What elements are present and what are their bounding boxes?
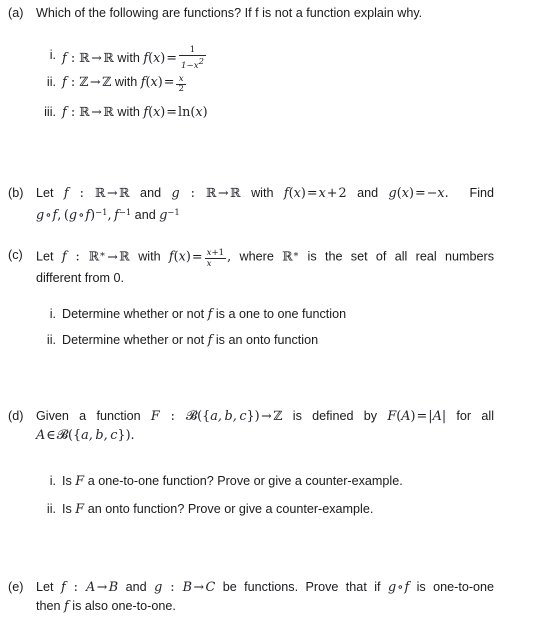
item-text-after: is an onto function	[215, 333, 319, 347]
problem-e-text: Let f : A → B and g : B → C be functions. Pr…	[36, 579, 495, 614]
problem-c-line2: different from 0.	[36, 270, 124, 285]
problem-c-text: Let f : ℝ∗ → ℝ with f(x)= x+1 x, where ℝ∗ is…	[36, 248, 494, 285]
item-numeral: ii.	[46, 333, 56, 347]
item-text-before: Determine whether or not	[62, 307, 205, 321]
item-numeral: ii.	[46, 502, 56, 516]
problem-a-item-ii: ii. f : ℤ → ℤ with f(x)= x 2	[8, 73, 494, 94]
problem-e: (e) Let f : A → B and g : B → C be functions…	[8, 578, 494, 616]
item-numeral: i.	[49, 307, 56, 321]
item-text-before: Is	[62, 502, 72, 516]
item-content: Is F a one-to-one function? Prove or giv…	[62, 474, 403, 489]
problem-a: (a) Which of the following are functions…	[8, 4, 494, 22]
item-numeral: i.	[49, 48, 56, 62]
problem-c: (c) Let f : ℝ∗ → ℝ with f(x)= x+1 x, where ℝ…	[8, 246, 494, 287]
problem-c-item-ii: ii. Determine whether or not f is an ont…	[8, 331, 494, 350]
problem-a-item-i: i. f : ℝ → ℝ with f(x)= 1 1−x2	[8, 45, 494, 71]
item-text-after: an onto function? Prove or give a counte…	[87, 502, 374, 516]
problem-d-text: Given a function F : 𝓑({a, b, c}) → ℤ is d…	[36, 408, 494, 443]
problem-d: (d) Given a function F : 𝓑({a, b, c}) → ℤ …	[8, 407, 494, 445]
problem-a-label: (a)	[8, 6, 24, 20]
problem-b-label: (b)	[8, 186, 24, 200]
problem-d-label: (d)	[8, 409, 24, 423]
problem-a-prompt: Which of the following are functions? If…	[36, 6, 423, 20]
item-content: Determine whether or not f is an onto fu…	[62, 333, 319, 348]
item-content: f : ℝ → ℝ with f(x)= 1 1−x2	[62, 45, 206, 71]
problem-d-item-ii: ii. Is F an onto function? Prove or give…	[8, 500, 494, 519]
document-page: (a) Which of the following are functions…	[0, 0, 542, 627]
item-text-after: is a one to one function	[215, 307, 347, 321]
problem-a-item-iii: iii. f : ℝ → ℝ with f(x)=ln(x)	[8, 103, 494, 122]
problem-b-text: Let f : ℝ → ℝ and g : ℝ → ℝ with f(x)=x+2 an…	[36, 185, 495, 223]
item-numeral: ii.	[46, 75, 56, 89]
item-content: Determine whether or not f is a one to o…	[62, 307, 347, 322]
item-content: f : ℝ → ℝ with f(x)=ln(x)	[62, 104, 208, 120]
item-text-after: a one-to-one function? Prove or give a c…	[87, 474, 403, 488]
item-text-before: Is	[62, 474, 72, 488]
problem-b: (b) Let f : ℝ → ℝ and g : ℝ → ℝ with f(x)=x+…	[8, 184, 494, 225]
item-content: f : ℤ → ℤ with f(x)= x 2	[62, 73, 186, 95]
item-text-before: Determine whether or not	[62, 333, 205, 347]
problem-d-item-i: i. Is F a one-to-one function? Prove or …	[8, 472, 494, 491]
problem-e-label: (e)	[8, 580, 24, 594]
problem-c-label: (c)	[8, 248, 23, 262]
problem-c-item-i: i. Determine whether or not f is a one t…	[8, 305, 494, 324]
item-numeral: i.	[49, 474, 56, 488]
item-numeral: iii.	[44, 105, 56, 119]
item-content: Is F an onto function? Prove or give a c…	[62, 502, 374, 517]
